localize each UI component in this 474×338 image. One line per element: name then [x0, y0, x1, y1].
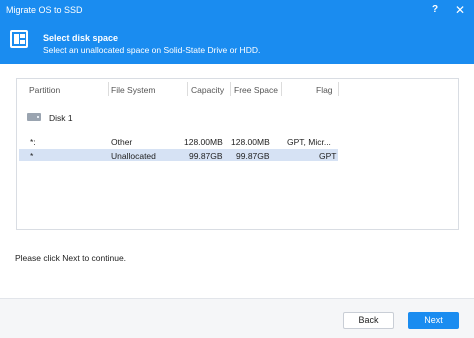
column-header-partition[interactable]: Partition	[29, 85, 60, 95]
cell-flag: GPT	[319, 151, 337, 161]
cell-flag: GPT, Micr...	[287, 137, 331, 147]
cell-free-space: 128.00MB	[231, 137, 270, 147]
disk-space-table: Partition File System Capacity Free Spac…	[16, 78, 459, 230]
cell-capacity: 99.87GB	[189, 151, 223, 161]
disk-icon	[27, 113, 41, 121]
cell-partition: *:	[30, 137, 36, 147]
disk-label: Disk 1	[49, 113, 73, 123]
table-row-selected[interactable]: * Unallocated 99.87GB 99.87GB GPT	[19, 149, 338, 161]
table-row[interactable]: *: Other 128.00MB 128.00MB GPT, Micr...	[19, 135, 338, 147]
back-button[interactable]: Back	[343, 312, 394, 329]
title-bar: Migrate OS to SSD ? ✕	[0, 0, 474, 22]
next-button[interactable]: Next	[408, 312, 459, 329]
close-icon[interactable]: ✕	[455, 3, 465, 17]
wizard-footer: Back Next	[0, 298, 474, 338]
disk-row[interactable]: Disk 1	[17, 109, 458, 125]
step-subtitle: Select an unallocated space on Solid-Sta…	[43, 45, 261, 55]
column-header-free-space[interactable]: Free Space	[234, 85, 278, 95]
status-message: Please click Next to continue.	[15, 253, 127, 263]
step-title: Select disk space	[43, 33, 119, 43]
column-header-file-system[interactable]: File System	[111, 85, 155, 95]
cell-file-system: Unallocated	[111, 151, 156, 161]
table-header: Partition File System Capacity Free Spac…	[17, 79, 458, 99]
wizard-header: Select disk space Select an unallocated …	[0, 22, 474, 64]
cell-partition: *	[30, 151, 34, 161]
help-icon[interactable]: ?	[432, 4, 438, 15]
column-header-capacity[interactable]: Capacity	[191, 85, 224, 95]
window-title: Migrate OS to SSD	[6, 5, 83, 15]
migrate-icon	[10, 30, 28, 48]
cell-capacity: 128.00MB	[184, 137, 223, 147]
column-header-flag[interactable]: Flag	[316, 85, 333, 95]
cell-file-system: Other	[111, 137, 133, 147]
cell-free-space: 99.87GB	[236, 151, 270, 161]
